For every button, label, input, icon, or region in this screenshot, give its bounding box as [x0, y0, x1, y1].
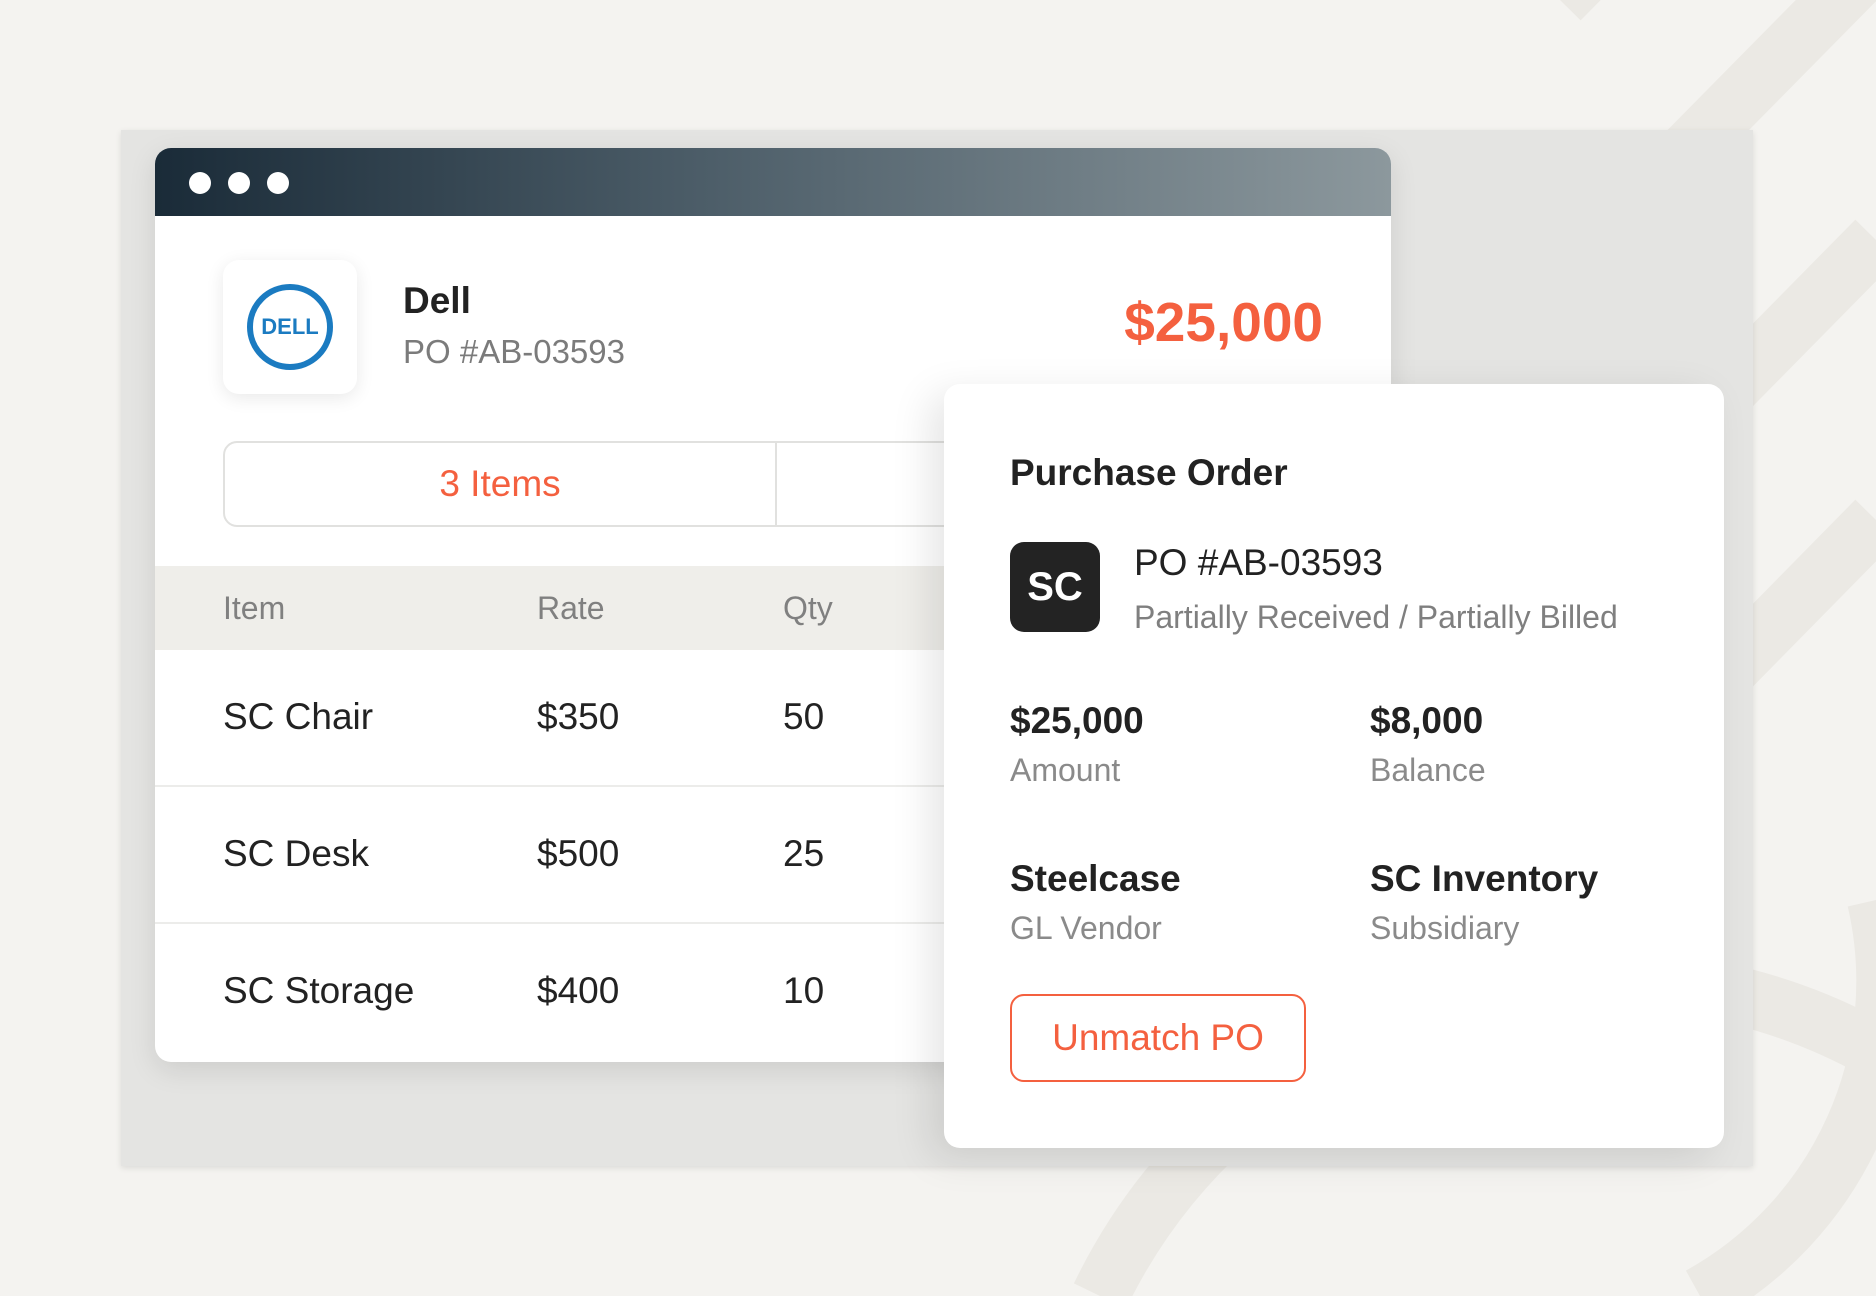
window-dot-icon [189, 172, 211, 194]
window-titlebar [155, 148, 1391, 216]
item-qty: 10 [783, 970, 825, 1011]
balance-value: $8,000 [1370, 700, 1484, 741]
amount-value: $25,000 [1010, 700, 1144, 741]
po-number: PO #AB-03593 [1134, 542, 1383, 583]
vendor-badge: SC [1010, 542, 1100, 632]
po-status: Partially Received / Partially Billed [1134, 599, 1618, 635]
tab-items[interactable]: 3 Items [225, 443, 777, 525]
purchase-order-card: Purchase Order SC PO #AB-03593 Partially… [944, 384, 1724, 1148]
svg-text:DELL: DELL [261, 314, 318, 339]
amount-label: Amount [1010, 752, 1121, 788]
item-name: SC Desk [223, 833, 369, 874]
item-rate: $400 [537, 970, 620, 1011]
item-name: SC Chair [223, 696, 374, 737]
column-header-qty: Qty [783, 590, 833, 626]
subsidiary-value: SC Inventory [1370, 858, 1599, 899]
item-qty: 50 [783, 696, 825, 737]
column-header-rate: Rate [537, 590, 605, 626]
item-qty: 25 [783, 833, 825, 874]
po-card-title: Purchase Order [1010, 452, 1288, 493]
gl-vendor-label: GL Vendor [1010, 910, 1162, 946]
window-dot-icon [228, 172, 250, 194]
balance-label: Balance [1370, 752, 1486, 788]
vendor-logo: DELL [223, 260, 357, 394]
vendor-name: Dell [403, 280, 471, 321]
gl-vendor-value: Steelcase [1010, 858, 1181, 899]
unmatch-po-button[interactable]: Unmatch PO [1010, 994, 1306, 1082]
invoice-total: $25,000 [1124, 291, 1323, 353]
column-header-item: Item [223, 590, 286, 626]
window-dot-icon [267, 172, 289, 194]
item-rate: $500 [537, 833, 620, 874]
item-rate: $350 [537, 696, 620, 737]
dell-logo-icon: DELL [247, 284, 333, 370]
item-name: SC Storage [223, 970, 415, 1011]
vendor-po-number: PO #AB-03593 [403, 333, 625, 370]
subsidiary-label: Subsidiary [1370, 910, 1520, 946]
